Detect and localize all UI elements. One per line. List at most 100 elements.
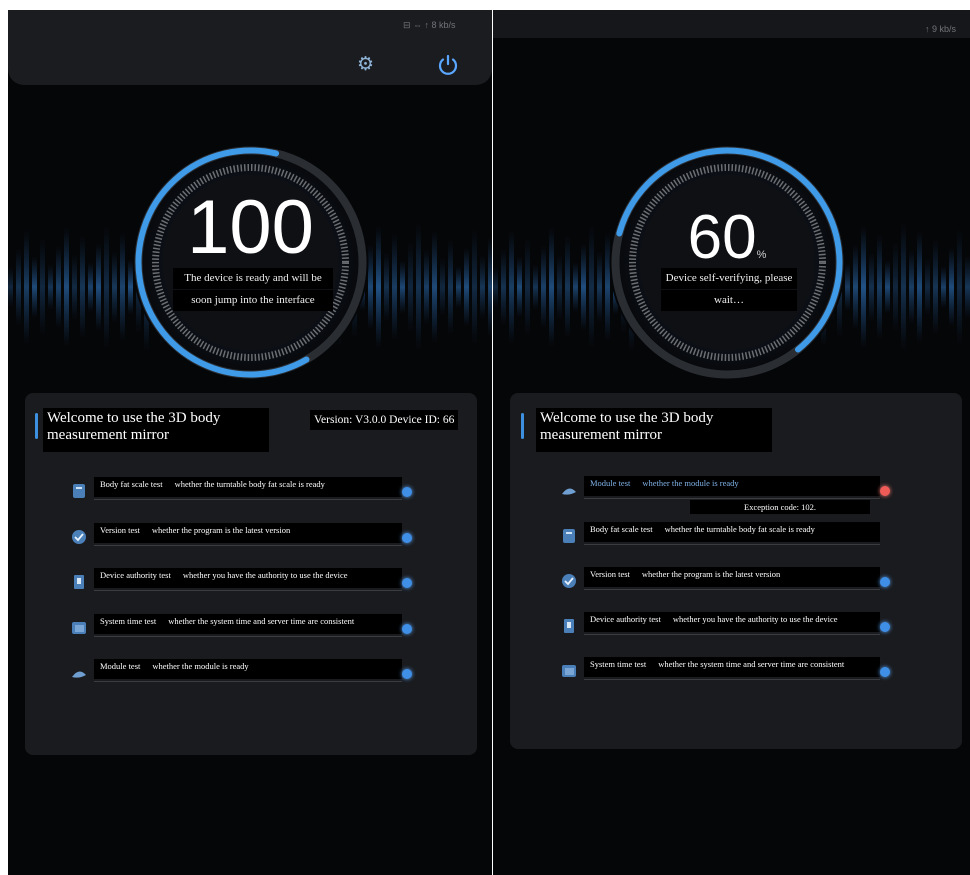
check-description: whether the turntable body fat scale is …	[174, 479, 325, 489]
check-name: Device authority test	[590, 614, 661, 624]
equalizer-bar	[40, 238, 45, 336]
equalizer-bar	[549, 227, 554, 347]
equalizer-bar	[909, 250, 914, 324]
check-label: Module test whether the module is ready	[94, 659, 402, 679]
clock-icon	[72, 621, 86, 634]
check-description: whether the turntable body fat scale is …	[664, 524, 815, 534]
check-name: System time test	[590, 659, 647, 669]
ok-status-dot	[880, 577, 890, 587]
check-label: System time test whether the system time …	[584, 657, 880, 677]
equalizer-bar	[957, 229, 962, 345]
equalizer-bar	[400, 260, 405, 314]
equalizer-bar	[517, 256, 522, 318]
check-label: Body fat scale test whether the turntable…	[584, 522, 880, 542]
version-device-id: Version: V3.0.0 Device ID: 66	[310, 410, 459, 430]
welcome-title: Welcome to use the 3D body measurement m…	[43, 408, 269, 452]
equalizer-bar	[853, 244, 858, 330]
error-status-dot	[880, 486, 890, 496]
check-label: Device authority test whether you have th…	[584, 612, 880, 632]
settings-gear-icon[interactable]: ⚙	[357, 54, 377, 74]
divider	[94, 544, 402, 546]
welcome-line-1: Welcome to use the 3D body	[47, 410, 221, 426]
equalizer-bar	[541, 246, 546, 328]
clock-icon	[562, 665, 576, 677]
top-bar: ⊟ ⇔ ↑ 8 kb/s ⚙	[8, 10, 492, 85]
exception-message: Exception code: 102.	[690, 500, 870, 514]
scale-icon	[563, 529, 575, 543]
status-bar: ↑ 9 kb/s	[925, 24, 957, 34]
equalizer-bar	[488, 237, 492, 337]
progress-message-line-2: soon jump into the interface	[173, 290, 333, 311]
check-item-version: Version test whether the program is the l…	[560, 567, 890, 591]
divider	[94, 499, 402, 500]
welcome-accent-bar	[35, 413, 38, 439]
scale-icon	[73, 484, 85, 498]
equalizer-bar	[861, 226, 866, 348]
module-icon	[562, 488, 576, 495]
ok-status-dot	[402, 669, 412, 679]
percent-sign: %	[756, 249, 767, 261]
equalizer-bar	[24, 230, 29, 344]
equalizer-bar	[925, 258, 930, 316]
equalizer-bar	[112, 251, 117, 323]
equalizer-bar	[424, 250, 429, 324]
check-name: Device authority test	[100, 570, 171, 580]
ok-status-dot	[880, 667, 890, 677]
check-item-module: Module test whether the module is ready	[560, 476, 890, 500]
equalizer-bar	[376, 226, 381, 348]
equalizer-bar	[589, 225, 594, 349]
ok-status-dot	[402, 623, 412, 634]
divider	[94, 635, 402, 637]
check-name: System time test	[100, 615, 157, 626]
welcome-line-2: measurement mirror	[47, 427, 170, 443]
equalizer-bar	[480, 255, 485, 319]
equalizer-bar	[581, 243, 586, 331]
equalizer-bar	[597, 251, 602, 323]
equalizer-bar	[509, 230, 514, 344]
equalizer-bar	[573, 262, 578, 312]
divider	[94, 590, 402, 591]
check-item-authority: Device authority test whether you have th…	[560, 612, 890, 636]
divider	[584, 498, 880, 499]
progress-message-line-1: Device self-verifying, please	[661, 268, 797, 289]
equalizer-bar	[501, 248, 506, 326]
check-label: Version test whether the program is the l…	[584, 567, 880, 587]
ok-status-dot	[402, 578, 412, 588]
check-label: Device authority test whether you have th…	[94, 568, 402, 588]
check-description: whether the program is the latest versio…	[641, 569, 781, 579]
equalizer-bar	[933, 239, 938, 335]
equalizer-bar	[104, 225, 109, 349]
equalizer-bar	[565, 235, 570, 339]
equalizer-bar	[877, 234, 882, 340]
equalizer-bar	[32, 256, 37, 318]
check-name: Module test	[590, 478, 631, 488]
equalizer-bar	[941, 266, 946, 308]
check-item-clock: System time test whether the system time …	[70, 613, 412, 638]
check-item-clock: System time test whether the system time …	[560, 657, 890, 681]
check-description: whether the system time and server time …	[658, 659, 845, 669]
equalizer-bar	[384, 252, 389, 322]
equalizer-bar	[533, 264, 538, 310]
equalizer-bar	[64, 227, 69, 347]
equalizer-bar	[464, 247, 469, 327]
divider	[584, 679, 880, 680]
progress-number: 60	[687, 203, 757, 272]
version-icon	[562, 574, 576, 588]
power-icon[interactable]	[436, 53, 460, 77]
left-screen: ⊟ ⇔ ↑ 8 kb/s ⚙ 100 The device is ready a…	[8, 10, 492, 875]
check-name: Version test	[590, 569, 630, 579]
divider	[94, 681, 402, 682]
check-description: whether the system time and server time …	[168, 615, 355, 626]
equalizer-bar	[493, 267, 498, 307]
check-item-version: Version test whether the program is the l…	[70, 522, 412, 547]
check-label: System time test whether the system time …	[94, 613, 402, 634]
equalizer-bar	[440, 258, 445, 316]
equalizer-bar	[917, 231, 922, 343]
check-name: Body fat scale test	[100, 479, 163, 489]
equalizer-bar	[885, 260, 890, 314]
check-description: whether you have the authority to use th…	[672, 614, 838, 624]
equalizer-bar	[48, 264, 53, 310]
status-bar: ⊟ ⇔ ↑ 8 kb/s	[403, 20, 456, 30]
equalizer-bar	[965, 255, 970, 319]
equalizer-bar	[893, 242, 898, 332]
